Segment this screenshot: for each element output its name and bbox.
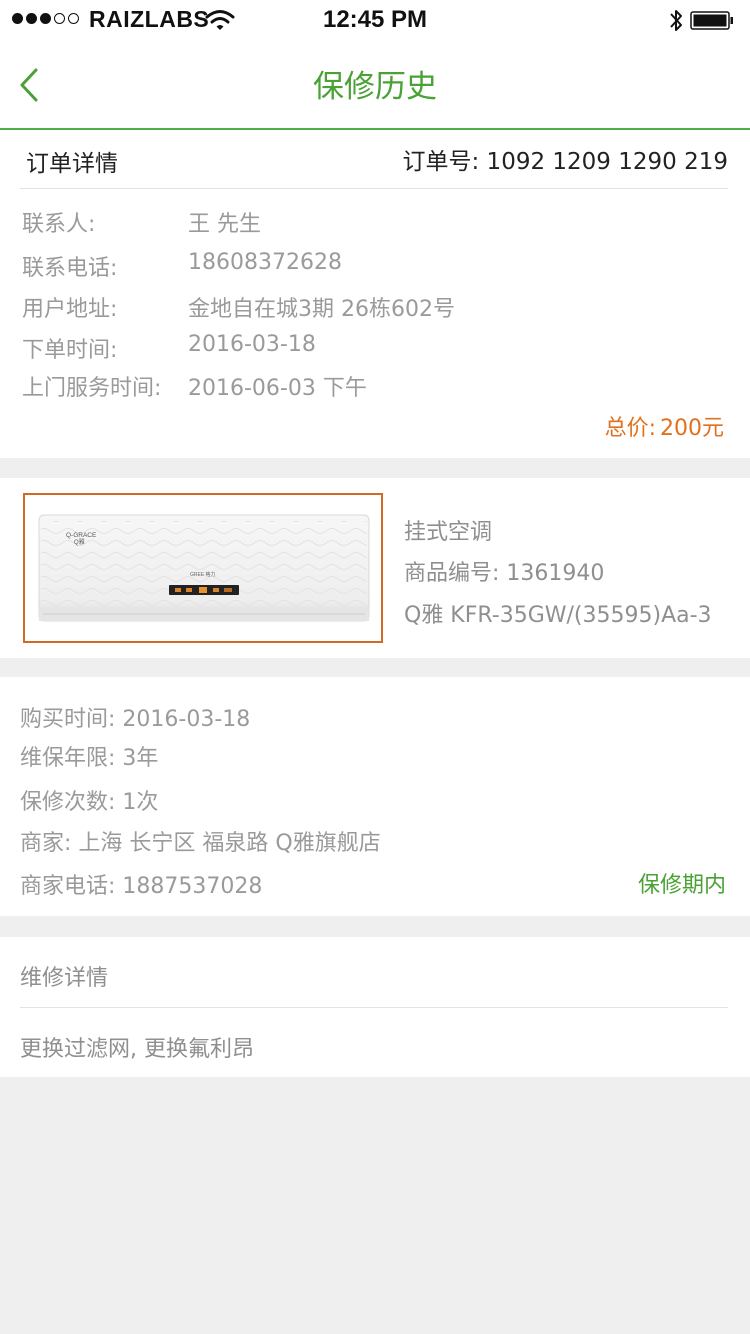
product-code: 商品编号: 1361940 xyxy=(404,561,605,586)
user-address-row: 用户地址: 金地自在城3期 26栋602号 xyxy=(22,291,455,323)
product-card[interactable]: Q-GRACE Q雅 GREE 格力 挂式空调 商品编号: 1361940 Q雅… xyxy=(0,478,750,658)
merchant-phone-row[interactable]: 商家电话: 1887537028 xyxy=(20,868,262,900)
repair-details-card: 维修详情 更换过滤网, 更换氟利昂 xyxy=(0,937,750,1077)
battery-icon xyxy=(690,11,733,30)
repair-details-title: 维修详情 xyxy=(20,966,109,991)
contact-person-row: 联系人: 王 先生 xyxy=(22,206,261,238)
air-conditioner-image: Q-GRACE Q雅 GREE 格力 xyxy=(38,514,370,622)
order-time-row: 下单时间: 2016-03-18 xyxy=(22,332,316,364)
info-label: 上门服务时间: xyxy=(22,376,162,401)
page-title: 保修历史 xyxy=(313,69,437,105)
total-price: 总价: 200元 xyxy=(605,410,724,442)
divider xyxy=(20,188,728,189)
info-label: 联系电话: xyxy=(22,256,118,281)
service-time-row: 上门服务时间: 2016-06-03 下午 xyxy=(22,370,367,402)
order-details-title: 订单详情 xyxy=(26,151,118,177)
repair-count-row: 保修次数: 1次 xyxy=(20,790,159,815)
navigation-bar: 保修历史 xyxy=(0,40,750,130)
order-number: 订单号: 1092 1209 1290 219 xyxy=(402,149,729,175)
brand-logo-text: Q-GRACE xyxy=(66,532,97,539)
warranty-status-badge: 保修期内 xyxy=(637,873,726,898)
info-value: 2016-03-18 xyxy=(188,332,316,357)
total-price-label: 总价: xyxy=(604,416,656,441)
status-bar: RAIZLABS 12:45 PM xyxy=(0,0,750,40)
divider xyxy=(20,1007,728,1008)
total-price-value: 200元 xyxy=(660,416,724,441)
info-value: 2016-06-03 下午 xyxy=(188,376,367,401)
svg-text:GREE 格力: GREE 格力 xyxy=(190,571,216,578)
product-name: 挂式空调 xyxy=(404,520,493,545)
purchase-date-row: 购买时间: 2016-03-18 xyxy=(20,707,251,732)
info-value: 王 先生 xyxy=(188,212,261,237)
info-label: 用户地址: xyxy=(22,297,118,322)
warranty-info-card: 购买时间: 2016-03-18 维保年限: 3年 保修次数: 1次 商家: 上… xyxy=(0,677,750,916)
product-model: Q雅 KFR-35GW/(35595)Aa-3 xyxy=(404,603,712,628)
svg-text:Q雅: Q雅 xyxy=(74,538,85,546)
merchant-row: 商家: 上海 长宁区 福泉路 Q雅旗舰店 xyxy=(20,831,381,856)
info-label: 下单时间: xyxy=(22,338,118,363)
info-label: 联系人: xyxy=(22,212,96,237)
status-time: 12:45 PM xyxy=(322,6,428,33)
order-details-card: 订单详情 订单号: 1092 1209 1290 219 联系人: 王 先生 联… xyxy=(0,130,750,458)
bluetooth-icon xyxy=(670,10,682,31)
product-image[interactable]: Q-GRACE Q雅 GREE 格力 xyxy=(23,493,383,643)
warranty-years-row: 维保年限: 3年 xyxy=(20,746,159,771)
contact-phone-row: 联系电话: 18608372628 xyxy=(22,250,342,282)
info-value: 18608372628 xyxy=(188,250,342,275)
repair-details-text: 更换过滤网, 更换氟利昂 xyxy=(20,1037,254,1062)
info-value: 金地自在城3期 26栋602号 xyxy=(188,297,455,322)
